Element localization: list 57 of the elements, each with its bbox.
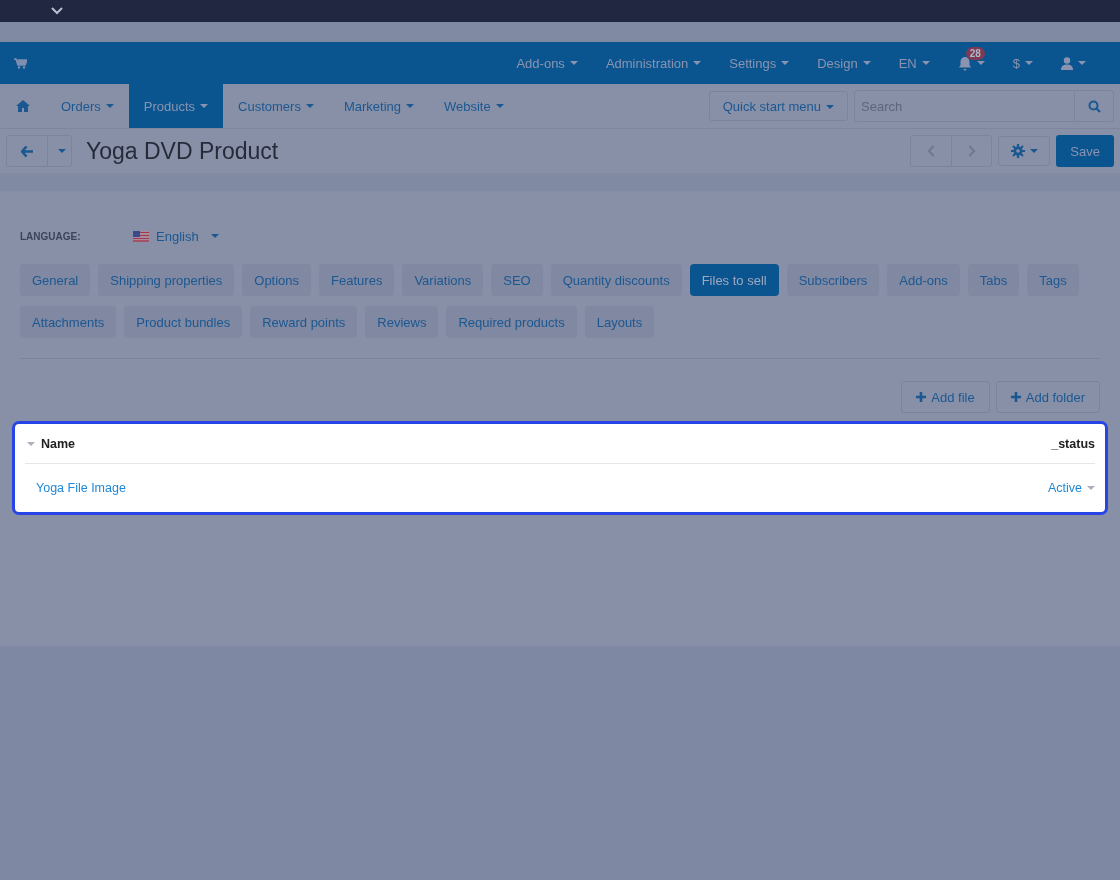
tab[interactable]: Quantity discounts (550, 264, 682, 296)
nav-menu-item[interactable]: Marketing (328, 84, 429, 128)
search-button[interactable] (1075, 90, 1114, 122)
nav-menu-item[interactable]: Website (429, 84, 519, 128)
settings-icon (1010, 144, 1025, 158)
add-button[interactable]: Add file (901, 381, 990, 413)
language-selector[interactable]: English (133, 228, 219, 244)
user-icon (1061, 56, 1073, 70)
tab[interactable]: Subscribers (786, 264, 880, 296)
save-button[interactable]: Save (1056, 135, 1114, 167)
file-link[interactable]: Yoga File Image (36, 481, 126, 495)
tab[interactable]: Tags (1027, 264, 1079, 296)
tab[interactable]: Reward points (250, 306, 358, 338)
currency-button[interactable]: $ (998, 42, 1047, 84)
tab[interactable]: Files to sell (689, 264, 779, 296)
tab[interactable]: Product bundles (124, 306, 243, 338)
tab[interactable]: Shipping properties (98, 264, 235, 296)
chevron-right-icon (967, 145, 976, 157)
tab[interactable]: Attachments (20, 306, 117, 338)
top-menu-item[interactable]: EN (884, 42, 944, 84)
top-menu-item[interactable]: Design (803, 42, 885, 84)
chevron-down-icon[interactable] (51, 7, 63, 15)
plus-icon (1010, 392, 1021, 402)
home-icon (16, 100, 30, 112)
add-button[interactable]: Add folder (995, 381, 1100, 413)
tab[interactable]: Variations (402, 264, 484, 296)
top-menu-item[interactable]: Add-ons (502, 42, 592, 84)
settings-button[interactable] (998, 136, 1051, 166)
language-label: LANGUAGE: (20, 230, 82, 242)
cart-icon[interactable] (14, 57, 27, 69)
top-menu-item[interactable]: Administration (591, 42, 716, 84)
tab[interactable]: Reviews (365, 306, 439, 338)
tab[interactable]: Options (242, 264, 312, 296)
plus-icon (916, 392, 927, 402)
nav-menu-item[interactable]: Orders (46, 84, 129, 128)
top-menu-item[interactable]: Settings (715, 42, 804, 84)
arrow-left-icon (20, 145, 34, 157)
quick-start-button[interactable]: Quick start menu (708, 91, 848, 121)
nav-menu-item[interactable]: Customers (223, 84, 329, 128)
column-header: _status (1051, 436, 1095, 451)
notification-badge: 28 (965, 47, 985, 60)
tab[interactable]: Features (319, 264, 395, 296)
tab[interactable]: Required products (446, 306, 577, 338)
tab[interactable]: General (20, 264, 91, 296)
tab[interactable]: SEO (491, 264, 543, 296)
status-dropdown[interactable]: Active (1047, 481, 1095, 495)
page-title: Yoga DVD Product (86, 137, 279, 165)
flag-icon (133, 230, 149, 242)
nav-menu-item[interactable]: Products (128, 84, 224, 128)
chevron-left-icon (927, 145, 936, 157)
bell-icon (957, 55, 972, 71)
notifications-button[interactable]: 28 (943, 42, 999, 84)
column-header[interactable]: Name (41, 436, 76, 451)
search-icon (1087, 99, 1101, 113)
tab[interactable]: Layouts (584, 306, 655, 338)
tab[interactable]: Tabs (967, 264, 1020, 296)
tab[interactable]: Add-ons (887, 264, 960, 296)
